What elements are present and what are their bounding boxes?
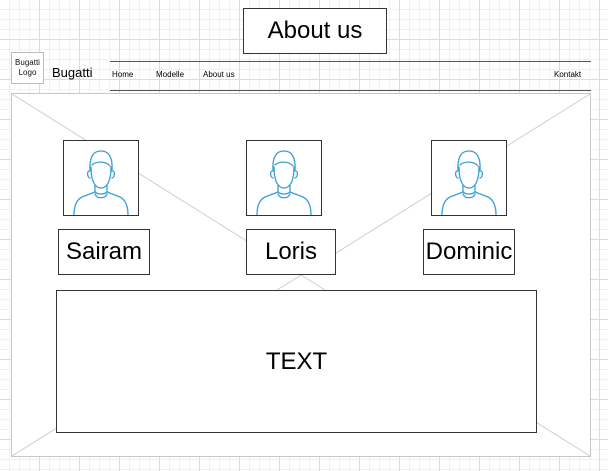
avatar-sairam: [63, 140, 139, 216]
nav-modelle-link[interactable]: Modelle: [156, 70, 184, 79]
logo-text: Bugatti Logo: [15, 58, 40, 77]
brand-name: Bugatti: [52, 65, 93, 80]
nav-home-link[interactable]: Home: [112, 70, 133, 79]
member-name-dominic: Dominic: [423, 229, 515, 275]
member-name-sairam: Sairam: [58, 229, 150, 275]
avatar-loris: [246, 140, 322, 216]
nav-about-us-link[interactable]: About us: [203, 70, 235, 79]
user-avatar-icon: [73, 150, 129, 215]
user-avatar-icon: [256, 150, 312, 215]
nav-bottom-divider: [110, 90, 591, 91]
text-content-block: TEXT: [56, 290, 537, 433]
user-avatar-icon: [441, 150, 497, 215]
page-title: About us: [243, 8, 387, 54]
nav-kontakt-link[interactable]: Kontakt: [554, 70, 581, 79]
nav-top-divider: [110, 61, 591, 62]
member-name-loris: Loris: [246, 229, 336, 275]
avatar-dominic: [431, 140, 507, 216]
logo-placeholder[interactable]: Bugatti Logo: [11, 52, 44, 84]
